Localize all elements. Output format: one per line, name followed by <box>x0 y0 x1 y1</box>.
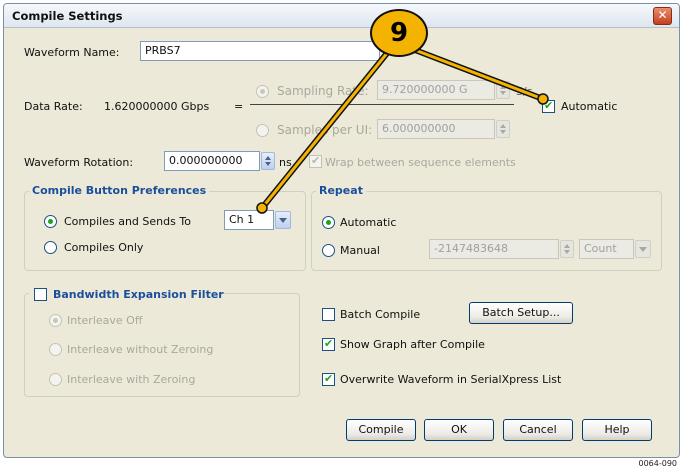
figure-id: 0064-090 <box>638 459 677 468</box>
callout-number-9: 9 <box>370 9 428 57</box>
callout-lines <box>256 47 549 214</box>
